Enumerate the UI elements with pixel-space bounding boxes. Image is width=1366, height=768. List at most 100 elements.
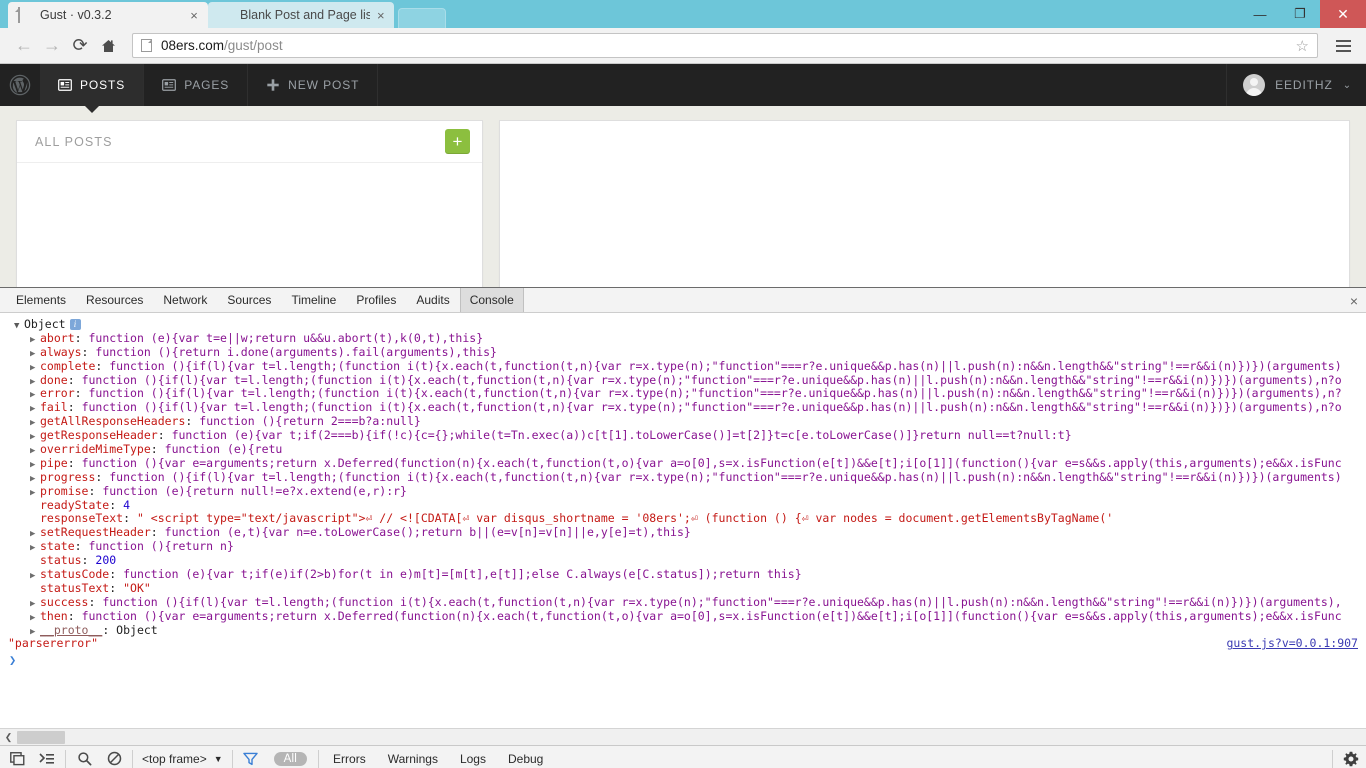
console-property-key: __proto__ (40, 622, 103, 637)
console-horizontal-scrollbar[interactable]: ❮ (0, 728, 1366, 745)
console-property-row[interactable]: status: 200 (0, 553, 1366, 568)
wordpress-admin-bar: POSTS PAGES NEW POST EEDITHZ ⌄ (0, 64, 1366, 113)
console-property-key: setRequestHeader (40, 525, 151, 540)
user-avatar (1243, 74, 1266, 96)
adminbar-item-pages[interactable]: PAGES (144, 64, 249, 106)
console-source-link[interactable]: gust.js?v=0.0.1:907 (1226, 637, 1358, 651)
window-minimize-button[interactable]: — (1240, 0, 1280, 28)
address-bar[interactable]: 08ers.com/gust/post ☆ (132, 33, 1318, 58)
console-property-row[interactable]: ▶ success: function (){if(l){var t=l.leng… (0, 594, 1366, 610)
console-property-row[interactable]: ▶ done: function (){if(l){var t=l.length;… (0, 373, 1366, 388)
info-icon[interactable]: i (69, 319, 81, 330)
browser-tab-blank-post-page-lists[interactable]: Blank Post and Page lists · × (208, 2, 394, 28)
scroll-left-arrow-icon[interactable]: ❮ (0, 729, 17, 746)
console-property-value: function (){return 2===b?a:null} (199, 414, 421, 429)
scrollbar-thumb[interactable] (17, 730, 65, 744)
tab-elements[interactable]: Elements (6, 288, 76, 312)
tab-network[interactable]: Network (153, 288, 217, 312)
console-property-colon: : (109, 497, 124, 512)
console-output[interactable]: ▼ Object i ▶ abort: function (e){var t=e||w… (0, 313, 1366, 728)
browser-tab-gust[interactable]: Gust · v0.3.2 × (8, 2, 208, 28)
home-button[interactable] (94, 32, 122, 60)
console-property-colon: : (102, 622, 117, 637)
forward-button[interactable]: → (38, 32, 66, 60)
github-icon (218, 8, 233, 23)
console-property-row[interactable]: ▶ pipe: function (){var e=arguments;retur… (0, 456, 1366, 471)
console-property-key: error (40, 386, 75, 401)
page-icon (141, 39, 152, 52)
funnel-icon[interactable] (236, 746, 266, 768)
console-property-colon: : (88, 483, 103, 498)
console-property-row[interactable]: ▶ statusCode: function (e){var t;if(e)if(… (0, 567, 1366, 582)
clear-console-icon[interactable] (99, 746, 129, 768)
console-property-value: function (){if(l){var t=l.length;(functi… (102, 594, 1342, 609)
dock-icon[interactable] (2, 746, 32, 768)
statusbar-divider (1332, 749, 1333, 768)
wordpress-logo[interactable] (0, 64, 40, 106)
filter-logs-button[interactable]: Logs (449, 752, 497, 766)
console-property-row[interactable]: ▶ setRequestHeader: function (e,t){var n=… (0, 525, 1366, 540)
disclosure-triangle-icon[interactable]: ▼ (14, 320, 24, 334)
reload-button[interactable]: ⟳ (66, 32, 94, 60)
adminbar-account-menu[interactable]: EEDITHZ ⌄ (1227, 64, 1366, 106)
console-drawer-icon[interactable] (32, 746, 62, 768)
console-property-row[interactable]: ▶ getResponseHeader: function (e){var t;i… (0, 428, 1366, 443)
tab-console[interactable]: Console (459, 288, 524, 312)
console-statusbar: <top frame> ▼ All Errors Warnings Logs D… (0, 745, 1366, 768)
console-property-row[interactable]: ▶ state: function (){return n} (0, 539, 1366, 554)
chevron-down-icon: ▼ (213, 753, 223, 764)
console-property-value: function (){return i.done(arguments).fai… (95, 344, 497, 359)
adminbar-item-posts[interactable]: POSTS (40, 64, 145, 113)
tab-resources[interactable]: Resources (76, 288, 153, 312)
console-prompt-row[interactable]: ❯ (0, 654, 1366, 670)
execution-context-label: <top frame> (142, 751, 207, 766)
tab-audits[interactable]: Audits (406, 288, 459, 312)
browser-menu-icon[interactable] (1330, 33, 1356, 59)
filter-warnings-button[interactable]: Warnings (377, 752, 449, 766)
filter-debug-button[interactable]: Debug (497, 752, 554, 766)
console-property-colon: : (74, 330, 89, 345)
console-property-row[interactable]: ▶ overrideMimeType: function (e){retu (0, 442, 1366, 457)
execution-context-selector[interactable]: <top frame> ▼ (136, 752, 229, 766)
console-property-row[interactable]: ▶ then: function (){var e=arguments;retur… (0, 608, 1366, 624)
console-property-row[interactable]: ▶ __proto__: Object (0, 622, 1366, 638)
console-property-row[interactable]: ▶ fail: function (){if(l){var t=l.length;… (0, 400, 1366, 415)
console-property-row[interactable]: ▶ promise: function (e){return null!=e?x.… (0, 483, 1366, 499)
devtools-tabbar: Elements Resources Network Sources Timel… (0, 288, 1366, 313)
console-property-row[interactable]: readyState: 4 (0, 497, 1366, 513)
filter-errors-button[interactable]: Errors (322, 752, 377, 766)
console-property-row[interactable]: statusText: "OK" (0, 581, 1366, 596)
window-close-button[interactable]: ✕ (1320, 0, 1366, 28)
url-path: /gust/post (224, 38, 283, 53)
console-property-row[interactable]: ▶ always: function (){return i.done(argum… (0, 344, 1366, 360)
console-property-row[interactable]: ▶ abort: function (e){var t=e||w;return u… (0, 330, 1366, 346)
devtools-close-icon[interactable]: × (1350, 288, 1358, 313)
filter-all-button[interactable]: All (273, 751, 308, 766)
console-property-row[interactable]: ▶ complete: function (){if(l){var t=l.len… (0, 359, 1366, 374)
console-property-key: statusCode (40, 567, 110, 582)
adminbar-item-new-post[interactable]: NEW POST (248, 64, 379, 106)
console-object-root[interactable]: ▼ Object i (0, 317, 1366, 334)
console-property-row[interactable]: ▶ progress: function (){if(l){var t=l.len… (0, 470, 1366, 485)
search-icon[interactable] (69, 746, 99, 768)
browser-toolbar: ← → ⟳ 08ers.com/gust/post ☆ (0, 28, 1366, 64)
add-post-button[interactable]: + (445, 129, 470, 154)
tab-profiles[interactable]: Profiles (346, 288, 406, 312)
tab-timeline[interactable]: Timeline (281, 288, 346, 312)
console-property-colon: : (123, 511, 137, 526)
browser-tab-close-icon[interactable]: × (188, 9, 200, 22)
gear-icon[interactable] (1336, 746, 1366, 768)
tab-sources[interactable]: Sources (217, 288, 281, 312)
window-maximize-button[interactable]: ❐ (1280, 0, 1320, 28)
browser-tab-close-icon[interactable]: × (376, 9, 386, 22)
bookmark-star-icon[interactable]: ☆ (1296, 37, 1309, 55)
console-property-row[interactable]: responseText: " <script type="text/javas… (0, 512, 1366, 526)
adminbar-item-label: NEW POST (288, 78, 360, 92)
adminbar-item-label: PAGES (184, 78, 230, 92)
console-property-key: abort (40, 330, 75, 345)
new-tab-button[interactable] (398, 8, 446, 28)
back-button[interactable]: ← (10, 32, 38, 60)
console-property-row[interactable]: ▶ error: function (){if(l){var t=l.length… (0, 387, 1366, 401)
console-property-key: then (40, 608, 68, 623)
console-property-row[interactable]: ▶ getAllResponseHeaders: function (){retu… (0, 414, 1366, 429)
